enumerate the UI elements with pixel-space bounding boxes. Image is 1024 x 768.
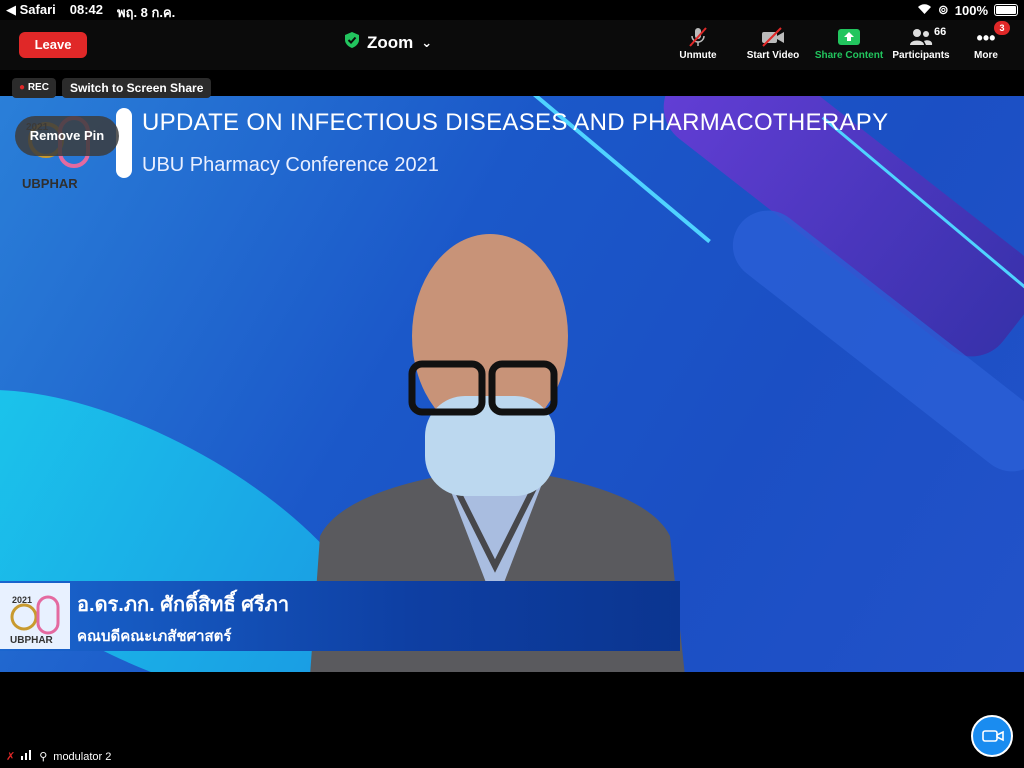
conference-subtitle: UBU Pharmacy Conference 2021 (142, 154, 439, 176)
camera-icon (982, 728, 1004, 749)
share-arrow-icon (810, 26, 888, 50)
switch-to-screen-share-button[interactable]: Switch to Screen Share (62, 78, 212, 98)
top-logo-text: UBPHAR (22, 176, 78, 191)
record-dot-icon: ● (19, 82, 26, 93)
muted-mic-icon (676, 26, 720, 50)
lower-third-logo: 2021 UBPHAR (0, 583, 70, 649)
share-content-label: Share Content (814, 50, 884, 61)
start-video-label: Start Video (746, 50, 800, 61)
lower-third-logo-text: UBPHAR (10, 635, 53, 646)
participant-name: modulator 2 (53, 750, 112, 763)
unmute-button[interactable]: Unmute (676, 26, 720, 61)
participant-status: ✗ ⚲ modulator 2 (6, 750, 111, 763)
rec-label: REC (27, 82, 49, 93)
chevron-down-icon: ⌄ (421, 34, 433, 50)
title-divider (116, 108, 132, 178)
unmute-label: Unmute (679, 50, 717, 61)
ios-status-bar: ◀ Safari 08:42 พฤ. 8 ก.ค. ⊚ 100% (0, 0, 1024, 20)
pin-icon: ⚲ (39, 751, 48, 763)
orientation-lock-icon: ⊚ (937, 2, 949, 17)
share-content-button[interactable]: Share Content (810, 26, 888, 61)
participants-label: Participants (892, 50, 950, 61)
remove-pin-button[interactable]: Remove Pin (15, 116, 119, 156)
active-speaker-video[interactable]: 2021 UBPHAR UPDATE ON INFECTIOUS DISEASE… (0, 96, 1024, 672)
participants-count: 66 (934, 26, 947, 38)
app-title: Zoom (367, 32, 414, 52)
signal-bars-icon (21, 750, 33, 763)
recording-indicator: ● REC (12, 78, 56, 98)
bottom-bar (0, 672, 1024, 768)
lower-third-logo-year: 2021 (12, 595, 33, 605)
video-off-icon (742, 26, 804, 50)
conference-title: UPDATE ON INFECTIOUS DISEASES AND PHARMA… (142, 109, 889, 136)
wifi-icon (917, 3, 932, 18)
start-video-button[interactable]: Start Video (742, 26, 804, 61)
zoom-toolbar: Leave Zoom ⌄ Unmute Start Video Share Co… (0, 20, 1024, 70)
battery-percent: 100% (954, 2, 988, 18)
speaker-name: อ.ดร.ภก. ศักดิ์สิทธิ์ ศรีภา (77, 594, 290, 616)
camera-switch-button[interactable] (971, 715, 1013, 757)
shield-check-icon (345, 32, 359, 53)
battery-icon (994, 4, 1018, 16)
meeting-title[interactable]: Zoom ⌄ (345, 32, 432, 53)
leave-button[interactable]: Leave (19, 32, 87, 58)
more-label: More (974, 50, 998, 61)
muted-mic-icon: ✗ (6, 751, 16, 763)
more-badge: 3 (994, 21, 1010, 35)
speaker-role: คณบดีคณะเภสัชศาสตร์ (77, 628, 232, 645)
